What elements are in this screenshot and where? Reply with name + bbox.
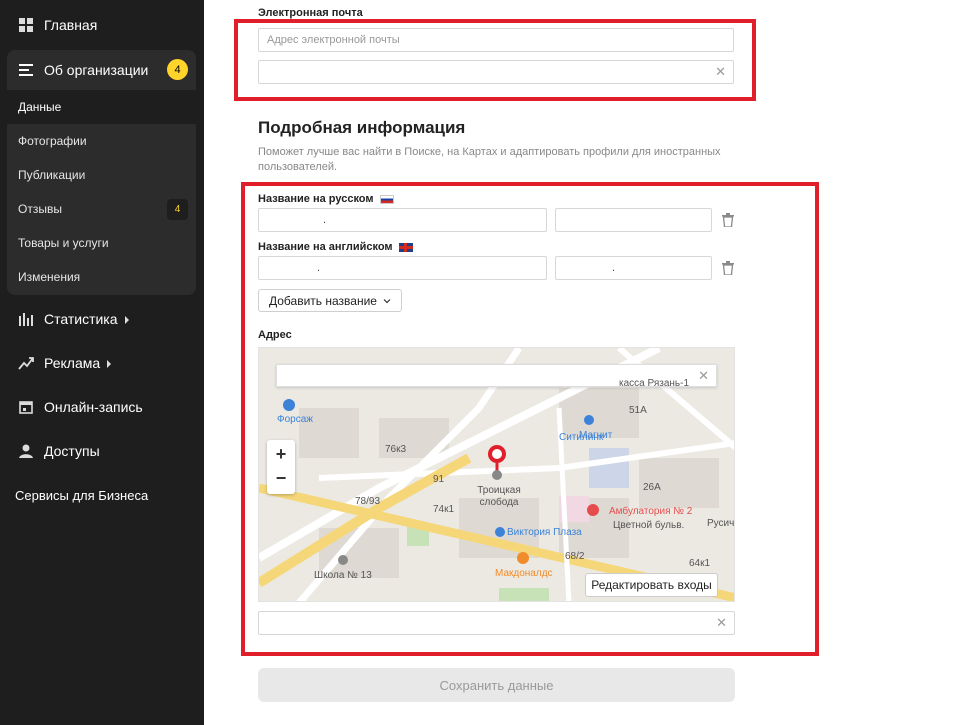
sidebar-item-label: Изменения bbox=[18, 270, 81, 284]
chevron-right-icon bbox=[124, 316, 129, 325]
org-section: Об организации 4 Данные Фотографии Публи… bbox=[0, 50, 196, 295]
trend-icon bbox=[18, 357, 34, 370]
save-button[interactable]: Сохранить данные bbox=[258, 668, 735, 702]
highlight-box-email bbox=[234, 19, 756, 101]
nav-access-label: Доступы bbox=[44, 443, 100, 459]
details-description: Поможет лучше вас найти в Поиске, на Кар… bbox=[258, 146, 721, 173]
nav-booking-label: Онлайн-запись bbox=[44, 399, 143, 415]
nav-org-label: Об организации bbox=[44, 62, 149, 78]
nav-stats[interactable]: Статистика bbox=[0, 299, 204, 339]
sidebar-item-reviews[interactable]: Отзывы 4 bbox=[7, 192, 196, 226]
nav-booking[interactable]: Онлайн-запись bbox=[0, 387, 204, 427]
calendar-icon bbox=[19, 401, 33, 414]
details-title: Подробная информация bbox=[258, 118, 466, 137]
sidebar-item-photos[interactable]: Фотографии bbox=[7, 124, 196, 158]
nav-stats-label: Статистика bbox=[44, 311, 118, 327]
sidebar-item-products[interactable]: Товары и услуги bbox=[7, 226, 196, 260]
user-icon bbox=[19, 444, 33, 458]
reviews-badge: 4 bbox=[167, 198, 188, 220]
nav-access[interactable]: Доступы bbox=[0, 431, 204, 471]
main-content: Электронная почта Адрес электронной почт… bbox=[204, 0, 974, 725]
highlight-box-details bbox=[241, 182, 819, 656]
business-services-link[interactable]: Сервисы для Бизнеса bbox=[15, 488, 148, 503]
org-badge: 4 bbox=[167, 59, 188, 80]
nav-home-label: Главная bbox=[44, 17, 98, 33]
sidebar-item-label: Публикации bbox=[18, 168, 86, 182]
bar-chart-icon bbox=[19, 313, 33, 326]
nav-org[interactable]: Об организации 4 bbox=[7, 50, 196, 90]
sidebar-item-changes[interactable]: Изменения bbox=[7, 260, 196, 294]
grid-icon bbox=[19, 18, 33, 32]
chevron-right-icon bbox=[107, 360, 112, 369]
sidebar-item-label: Отзывы bbox=[18, 202, 62, 216]
nav-ads[interactable]: Реклама bbox=[0, 343, 204, 383]
sidebar-item-label: Данные bbox=[18, 100, 62, 114]
sidebar-item-data[interactable]: Данные bbox=[0, 90, 196, 124]
nav-ads-label: Реклама bbox=[44, 355, 101, 371]
sidebar-item-publications[interactable]: Публикации bbox=[7, 158, 196, 192]
sidebar: Главная Об организации 4 Данные Фотограф… bbox=[0, 0, 204, 725]
sidebar-item-label: Товары и услуги bbox=[18, 236, 109, 250]
email-label: Электронная почта bbox=[258, 7, 363, 19]
sidebar-item-label: Фотографии bbox=[18, 134, 87, 148]
list-icon bbox=[19, 64, 33, 76]
nav-home[interactable]: Главная bbox=[0, 5, 204, 45]
